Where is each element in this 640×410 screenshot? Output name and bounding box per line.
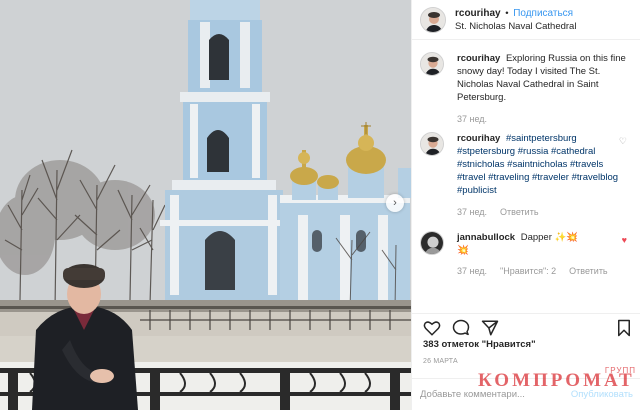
avatar[interactable] <box>420 52 444 76</box>
likes-count[interactable]: 383 отметок "Нравится" <box>423 339 536 350</box>
hashtag-link[interactable]: #stpetersburg <box>457 146 515 157</box>
hashtag-link[interactable]: #cathedral <box>551 146 595 157</box>
chevron-right-icon: › <box>393 197 397 209</box>
user-avatar-icon <box>421 7 445 32</box>
paper-plane-icon[interactable] <box>481 319 499 337</box>
hashtag-link[interactable]: #traveler <box>532 172 569 183</box>
watermark-title: КОМПРОМАТ <box>478 370 635 391</box>
comment-text: Dapper <box>520 232 552 243</box>
post-header: rcourihay • Подписаться St. Nicholas Nav… <box>412 0 640 40</box>
cathedral-photo-illustration <box>0 0 411 410</box>
user-avatar-icon <box>421 53 443 75</box>
comment-username[interactable]: rcourihay <box>457 53 500 64</box>
next-photo-button[interactable]: › <box>386 194 404 212</box>
action-bar <box>412 313 640 339</box>
separator-dot: • <box>505 7 509 19</box>
hashtag-link[interactable]: #traveling <box>488 172 529 183</box>
comment-meta: 37 нед. "Нравится": 2 Ответить <box>457 265 627 278</box>
hashtag-comment: rcourihay #saintpetersburg #stpetersburg… <box>412 126 640 219</box>
reply-button[interactable]: Ответить <box>569 265 607 278</box>
hashtag-link[interactable]: #saintpetersburg <box>506 133 577 144</box>
hashtag-link[interactable]: #travelblog <box>572 172 618 183</box>
user-avatar-icon <box>421 232 443 254</box>
header-text: rcourihay • Подписаться St. Nicholas Nav… <box>455 7 576 33</box>
comments-list[interactable]: rcourihay Exploring Russia on this fine … <box>412 44 640 306</box>
post-username[interactable]: rcourihay <box>455 8 501 19</box>
comment-body: jannabullock Dapper ✨💥 💥 37 нед. "Нравит… <box>457 231 627 278</box>
caption-comment: rcourihay Exploring Russia on this fine … <box>412 44 640 126</box>
comment-likes-count[interactable]: "Нравится": 2 <box>500 265 556 278</box>
hashtag-link[interactable]: #saintnicholas <box>507 159 567 170</box>
user-comment: jannabullock Dapper ✨💥 💥 37 нед. "Нравит… <box>412 219 640 278</box>
watermark-logo: ГРУПП КОМПРОМАТ <box>478 366 638 394</box>
post-location[interactable]: St. Nicholas Naval Cathedral <box>455 20 576 33</box>
hashtag-link[interactable]: #travels <box>570 159 603 170</box>
post-photo[interactable]: › <box>0 0 411 410</box>
comment-bubble-icon[interactable] <box>452 319 470 337</box>
comment-body: rcourihay Exploring Russia on this fine … <box>457 52 627 126</box>
comment-body: rcourihay #saintpetersburg #stpetersburg… <box>457 132 627 219</box>
post-details-panel: rcourihay • Подписаться St. Nicholas Nav… <box>411 0 640 410</box>
comment-age[interactable]: 37 нед. <box>457 113 487 126</box>
reply-button[interactable]: Ответить <box>500 206 538 219</box>
hashtag-link[interactable]: #stnicholas <box>457 159 505 170</box>
hashtag-link[interactable]: #publicist <box>457 185 497 196</box>
hashtag-link[interactable]: #travel <box>457 172 486 183</box>
follow-button[interactable]: Подписаться <box>513 8 573 19</box>
comment-meta: 37 нед. <box>457 113 627 126</box>
post-date[interactable]: 26 МАРТА <box>423 358 458 365</box>
comment-username[interactable]: rcourihay <box>457 133 500 144</box>
avatar[interactable] <box>420 132 444 156</box>
comment-liked-heart-icon[interactable]: ♥ <box>622 235 627 245</box>
comment-age[interactable]: 37 нед. <box>457 265 487 278</box>
heart-outline-icon[interactable] <box>423 319 441 337</box>
hashtag-link[interactable]: #russia <box>518 146 549 157</box>
user-avatar-icon <box>421 133 443 155</box>
comment-like-icon[interactable]: ♡ <box>619 136 627 147</box>
comment-username[interactable]: jannabullock <box>457 232 515 243</box>
avatar[interactable] <box>420 231 444 255</box>
bookmark-icon[interactable] <box>615 319 633 337</box>
sparkle-emoji: ✨💥 <box>554 232 579 243</box>
collision-emoji: 💥 <box>457 245 469 256</box>
avatar[interactable] <box>420 6 446 33</box>
comment-meta: 37 нед. Ответить <box>457 206 627 219</box>
comment-age[interactable]: 37 нед. <box>457 206 487 219</box>
